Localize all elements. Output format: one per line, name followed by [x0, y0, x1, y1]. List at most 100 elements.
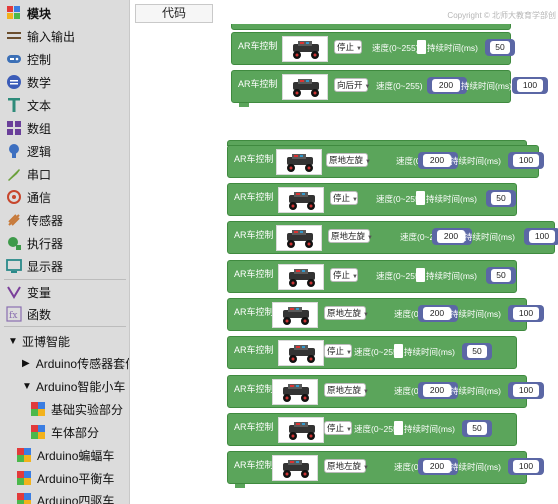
- category-text[interactable]: 文本: [0, 94, 129, 116]
- duration-number-block[interactable]: 50: [485, 39, 515, 56]
- ar-car-control-block[interactable]: AR车控制原地左旋▼速度(0~255)200持续时间(ms)100: [227, 221, 558, 254]
- ar-car-control-block[interactable]: AR车控制 向后开 ▼ 速度(0~255) 200 持续时间(ms) 100: [231, 70, 548, 103]
- speed-value[interactable]: 200: [437, 230, 465, 243]
- ar-car-control-block[interactable]: AR车控制原地左旋▼速度(0~255)200持续时间(ms)100: [227, 375, 544, 408]
- subcategory-4wd-car[interactable]: Arduino四驱车: [0, 489, 129, 504]
- category-comm[interactable]: 通信: [0, 186, 129, 208]
- action-dropdown[interactable]: 停止 ▼: [330, 191, 358, 205]
- car-image: [272, 379, 318, 405]
- duration-number-block[interactable]: 50: [486, 267, 516, 284]
- empty-speed-slot[interactable]: [416, 191, 425, 205]
- category-serial[interactable]: 串口: [0, 163, 129, 185]
- subcategory-sensor-kit[interactable]: ▶ Arduino传感器套件: [0, 352, 129, 374]
- category-label: 变量: [27, 285, 52, 300]
- duration-value[interactable]: 50: [467, 422, 487, 435]
- block-title: AR车控制: [234, 307, 274, 317]
- category-label: Arduino智能小车: [36, 379, 126, 394]
- duration-number-block[interactable]: 100: [508, 152, 544, 169]
- duration-label: 持续时间(ms): [464, 232, 515, 242]
- subcategory-bat-car[interactable]: Arduino蝙蝠车: [0, 444, 129, 466]
- subcategory-smart-car[interactable]: ▼ Arduino智能小车: [0, 375, 129, 397]
- action-dropdown[interactable]: 原地左旋 ▼: [324, 383, 369, 397]
- duration-value[interactable]: 50: [491, 269, 511, 282]
- duration-label: 持续时间(ms): [450, 309, 501, 319]
- duration-value[interactable]: 50: [490, 41, 510, 54]
- duration-number-block[interactable]: 100: [508, 305, 544, 322]
- duration-value[interactable]: 100: [529, 230, 555, 243]
- chevron-down-icon: ▼: [356, 46, 362, 52]
- duration-label: 持续时间(ms): [404, 424, 455, 434]
- duration-value[interactable]: 50: [491, 192, 511, 205]
- category-group-yahboom[interactable]: ▼ 亚博智能: [0, 330, 129, 352]
- category-sensor[interactable]: 传感器: [0, 209, 129, 231]
- subcategory-car-body[interactable]: 车体部分: [0, 421, 129, 443]
- category-logic[interactable]: 逻辑: [0, 140, 129, 162]
- ar-car-control-block[interactable]: AR车控制 停止 ▼ 速度(0~255) 持续时间(ms) 50: [227, 183, 517, 216]
- duration-label: 持续时间(ms): [450, 462, 501, 472]
- duration-value[interactable]: 100: [517, 79, 543, 92]
- ar-car-control-block[interactable]: AR车控制原地左旋▼速度(0~255)200持续时间(ms)100: [227, 298, 544, 331]
- action-dropdown-label: 停止: [327, 346, 345, 356]
- empty-speed-slot[interactable]: [394, 421, 403, 435]
- speed-value[interactable]: 200: [423, 307, 451, 320]
- duration-label: 持续时间(ms): [427, 43, 478, 53]
- duration-value[interactable]: 100: [513, 384, 539, 397]
- action-dropdown[interactable]: 停止 ▼: [324, 344, 352, 358]
- ar-car-control-block[interactable]: AR车控制 停止 ▼ 速度(0~255) 持续时间(ms) 50: [227, 413, 517, 446]
- ar-car-control-block[interactable]: AR车控制 停止 ▼ 速度(0~255) 持续时间(ms) 50: [227, 260, 517, 293]
- empty-speed-slot[interactable]: [394, 344, 403, 358]
- category-control[interactable]: 控制: [0, 48, 129, 70]
- category-variable[interactable]: 变量: [0, 281, 129, 303]
- car-image: [272, 302, 318, 328]
- empty-speed-slot[interactable]: [417, 40, 426, 54]
- action-dropdown[interactable]: 停止 ▼: [330, 268, 358, 282]
- block-title: AR车控制: [238, 41, 278, 51]
- duration-number-block[interactable]: 50: [462, 343, 492, 360]
- tab-code[interactable]: 代码: [135, 4, 213, 23]
- duration-value[interactable]: 100: [513, 154, 539, 167]
- speed-value[interactable]: 200: [423, 384, 451, 397]
- category-label: Arduino平衡车: [37, 471, 115, 486]
- action-dropdown[interactable]: 停止 ▼: [324, 421, 352, 435]
- blocks-workspace[interactable]: AR车控制 停止 ▼ 速度(0~255) 持续时间(ms) 50 AR车控制 向后开 ▼ 速度(0…: [131, 24, 558, 504]
- speed-value[interactable]: 200: [423, 460, 451, 473]
- block-title: AR车控制: [234, 422, 274, 432]
- duration-value[interactable]: 100: [513, 460, 539, 473]
- duration-number-block[interactable]: 100: [508, 382, 544, 399]
- action-dropdown[interactable]: 原地左旋 ▼: [326, 153, 371, 167]
- duration-value[interactable]: 100: [513, 307, 539, 320]
- category-math[interactable]: 数学: [0, 71, 129, 93]
- action-dropdown[interactable]: 原地左旋 ▼: [324, 459, 369, 473]
- category-actuator[interactable]: 执行器: [0, 232, 129, 254]
- ar-car-control-block[interactable]: AR车控制 停止 ▼ 速度(0~255) 持续时间(ms) 50: [227, 336, 517, 369]
- duration-number-block[interactable]: 50: [462, 420, 492, 437]
- duration-number-block[interactable]: 100: [524, 228, 558, 245]
- speed-value[interactable]: 200: [423, 154, 451, 167]
- action-dropdown-label: 向后开: [337, 80, 363, 90]
- speed-value[interactable]: 200: [432, 79, 460, 92]
- chevron-down-icon: ▼: [363, 389, 369, 395]
- duration-number-block[interactable]: 100: [508, 458, 544, 475]
- action-dropdown[interactable]: 原地左旋 ▼: [324, 306, 369, 320]
- category-array[interactable]: 数组: [0, 117, 129, 139]
- duration-number-block[interactable]: 100: [512, 77, 548, 94]
- cube-icon: [16, 470, 32, 486]
- action-dropdown[interactable]: 向后开 ▼: [334, 78, 370, 92]
- ar-car-control-block[interactable]: AR车控制原地左旋▼速度(0~255)200持续时间(ms)100: [227, 145, 544, 178]
- category-display[interactable]: 显示器: [0, 255, 129, 277]
- category-function[interactable]: fx 函数: [0, 303, 129, 325]
- logic-icon: [6, 143, 22, 159]
- car-image: [278, 264, 324, 290]
- ar-car-control-block[interactable]: AR车控制 停止 ▼ 速度(0~255) 持续时间(ms) 50: [231, 32, 515, 65]
- text-icon: [6, 97, 22, 113]
- duration-value[interactable]: 50: [467, 345, 487, 358]
- action-dropdown[interactable]: 原地左旋 ▼: [328, 229, 373, 243]
- empty-speed-slot[interactable]: [416, 268, 425, 282]
- category-io[interactable]: 输入输出: [0, 25, 129, 47]
- ar-car-control-block[interactable]: AR车控制原地左旋▼速度(0~255)200持续时间(ms)100: [227, 451, 544, 484]
- action-dropdown[interactable]: 停止 ▼: [334, 40, 362, 54]
- subcategory-balance-car[interactable]: Arduino平衡车: [0, 467, 129, 489]
- action-dropdown-label: 原地左旋: [331, 231, 366, 241]
- subcategory-basic-experiments[interactable]: 基础实验部分: [0, 398, 129, 420]
- duration-number-block[interactable]: 50: [486, 190, 516, 207]
